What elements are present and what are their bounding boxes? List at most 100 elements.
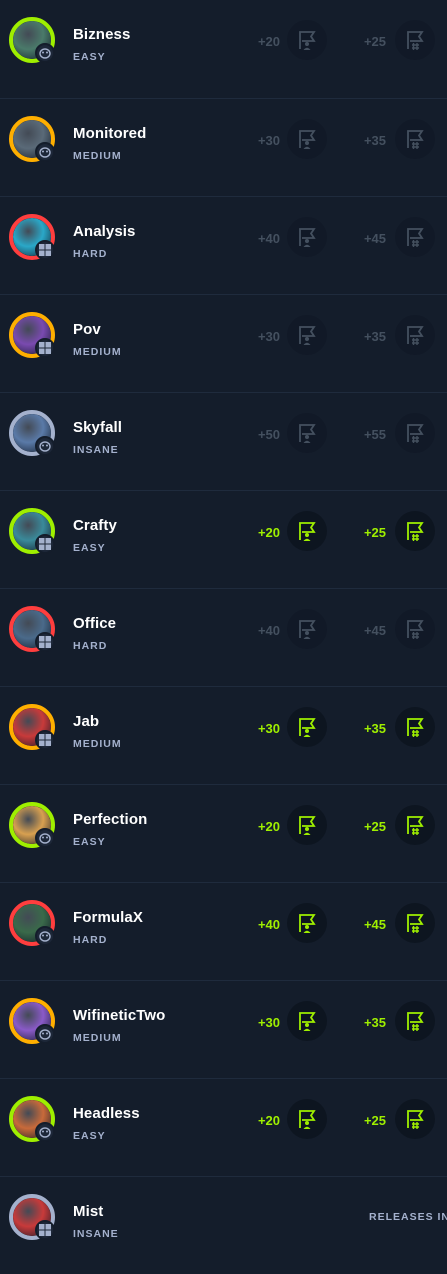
user-flag-button[interactable] [287,903,327,943]
user-flag-icon [296,1010,318,1032]
machine-row[interactable]: FormulaX HARD +40 +45 [0,882,447,980]
machine-row[interactable]: Crafty EASY +20 +25 [0,490,447,588]
root-flag-button[interactable] [395,1001,435,1041]
user-flag-icon [296,422,318,444]
user-points: +20 [257,1113,280,1128]
user-points: +40 [257,231,280,246]
machine-name[interactable]: Bizness [73,26,130,43]
root-flag-icon [404,912,426,934]
machine-row[interactable]: Jab MEDIUM +30 +35 [0,686,447,784]
machine-difficulty: HARD [73,934,108,946]
user-flag-button[interactable] [287,1099,327,1139]
root-flag-icon [404,324,426,346]
windows-os-icon [35,338,55,358]
machine-difficulty: MEDIUM [73,738,122,750]
machine-difficulty: MEDIUM [73,1032,122,1044]
machine-row[interactable]: Analysis HARD +40 +45 [0,196,447,294]
machine-row[interactable]: Bizness EASY +20 +25 [0,0,447,98]
user-flag-button[interactable] [287,511,327,551]
user-points: +50 [257,427,280,442]
user-flag-button[interactable] [287,707,327,747]
user-flag-icon [296,814,318,836]
root-points: +25 [363,819,386,834]
machine-name[interactable]: Monitored [73,125,146,142]
machine-difficulty: EASY [73,1130,106,1142]
user-flag-button[interactable] [287,315,327,355]
machine-row[interactable]: Headless EASY +20 +25 [0,1078,447,1176]
user-points: +40 [257,623,280,638]
machine-row[interactable]: Pov MEDIUM +30 +35 [0,294,447,392]
root-flag-icon [404,1108,426,1130]
root-points: +45 [363,917,386,932]
user-points: +30 [257,721,280,736]
root-flag-button[interactable] [395,315,435,355]
root-flag-button[interactable] [395,511,435,551]
machine-row[interactable]: Monitored MEDIUM +30 +35 [0,98,447,196]
user-flag-button[interactable] [287,1001,327,1041]
machine-row[interactable]: Perfection EASY +20 +25 [0,784,447,882]
user-flag-icon [296,716,318,738]
machine-difficulty: EASY [73,51,106,63]
machine-name[interactable]: Headless [73,1105,140,1122]
user-points: +30 [257,133,280,148]
user-flag-button[interactable] [287,20,327,60]
user-points: +30 [257,329,280,344]
machine-name[interactable]: WifineticTwo [73,1007,165,1024]
machine-name[interactable]: Jab [73,713,99,730]
root-flag-icon [404,716,426,738]
machine-row[interactable]: WifineticTwo MEDIUM +30 +35 [0,980,447,1078]
user-flag-button[interactable] [287,217,327,257]
root-flag-button[interactable] [395,217,435,257]
root-points: +45 [363,623,386,638]
machine-name[interactable]: Pov [73,321,101,338]
user-flag-button[interactable] [287,805,327,845]
user-points: +20 [257,525,280,540]
linux-os-icon [35,828,55,848]
root-points: +45 [363,231,386,246]
root-points: +35 [363,1015,386,1030]
root-flag-button[interactable] [395,20,435,60]
machine-row[interactable]: Skyfall INSANE +50 +55 [0,392,447,490]
windows-os-icon [35,1220,55,1240]
root-flag-button[interactable] [395,805,435,845]
machine-difficulty: MEDIUM [73,346,122,358]
linux-os-icon [35,1122,55,1142]
root-points: +55 [363,427,386,442]
root-flag-button[interactable] [395,413,435,453]
root-points: +25 [363,1113,386,1128]
root-flag-button[interactable] [395,1099,435,1139]
user-flag-button[interactable] [287,119,327,159]
user-flag-icon [296,520,318,542]
user-flag-icon [296,324,318,346]
root-points: +25 [363,34,386,49]
machine-name[interactable]: Mist [73,1203,103,1220]
root-flag-icon [404,29,426,51]
release-countdown: RELEASES IN [369,1211,447,1223]
machine-name[interactable]: FormulaX [73,909,143,926]
machine-name[interactable]: Crafty [73,517,117,534]
machine-row[interactable]: Office HARD +40 +45 [0,588,447,686]
machine-name[interactable]: Perfection [73,811,147,828]
root-flag-button[interactable] [395,707,435,747]
linux-os-icon [35,1024,55,1044]
machine-difficulty: EASY [73,836,106,848]
machine-name[interactable]: Skyfall [73,419,122,436]
machine-row[interactable]: Mist INSANE RELEASES IN [0,1176,447,1274]
root-flag-button[interactable] [395,119,435,159]
root-flag-icon [404,422,426,444]
machine-list: Bizness EASY +20 +25 Monitored MEDIUM +30 +35 An… [0,0,447,1274]
user-flag-button[interactable] [287,413,327,453]
root-flag-button[interactable] [395,903,435,943]
machine-name[interactable]: Analysis [73,223,136,240]
user-points: +20 [257,819,280,834]
machine-difficulty: INSANE [73,1228,119,1240]
root-flag-button[interactable] [395,609,435,649]
machine-name[interactable]: Office [73,615,116,632]
windows-os-icon [35,632,55,652]
machine-difficulty: MEDIUM [73,150,122,162]
root-points: +35 [363,133,386,148]
root-flag-icon [404,814,426,836]
user-flag-icon [296,912,318,934]
user-flag-button[interactable] [287,609,327,649]
machine-difficulty: HARD [73,248,108,260]
